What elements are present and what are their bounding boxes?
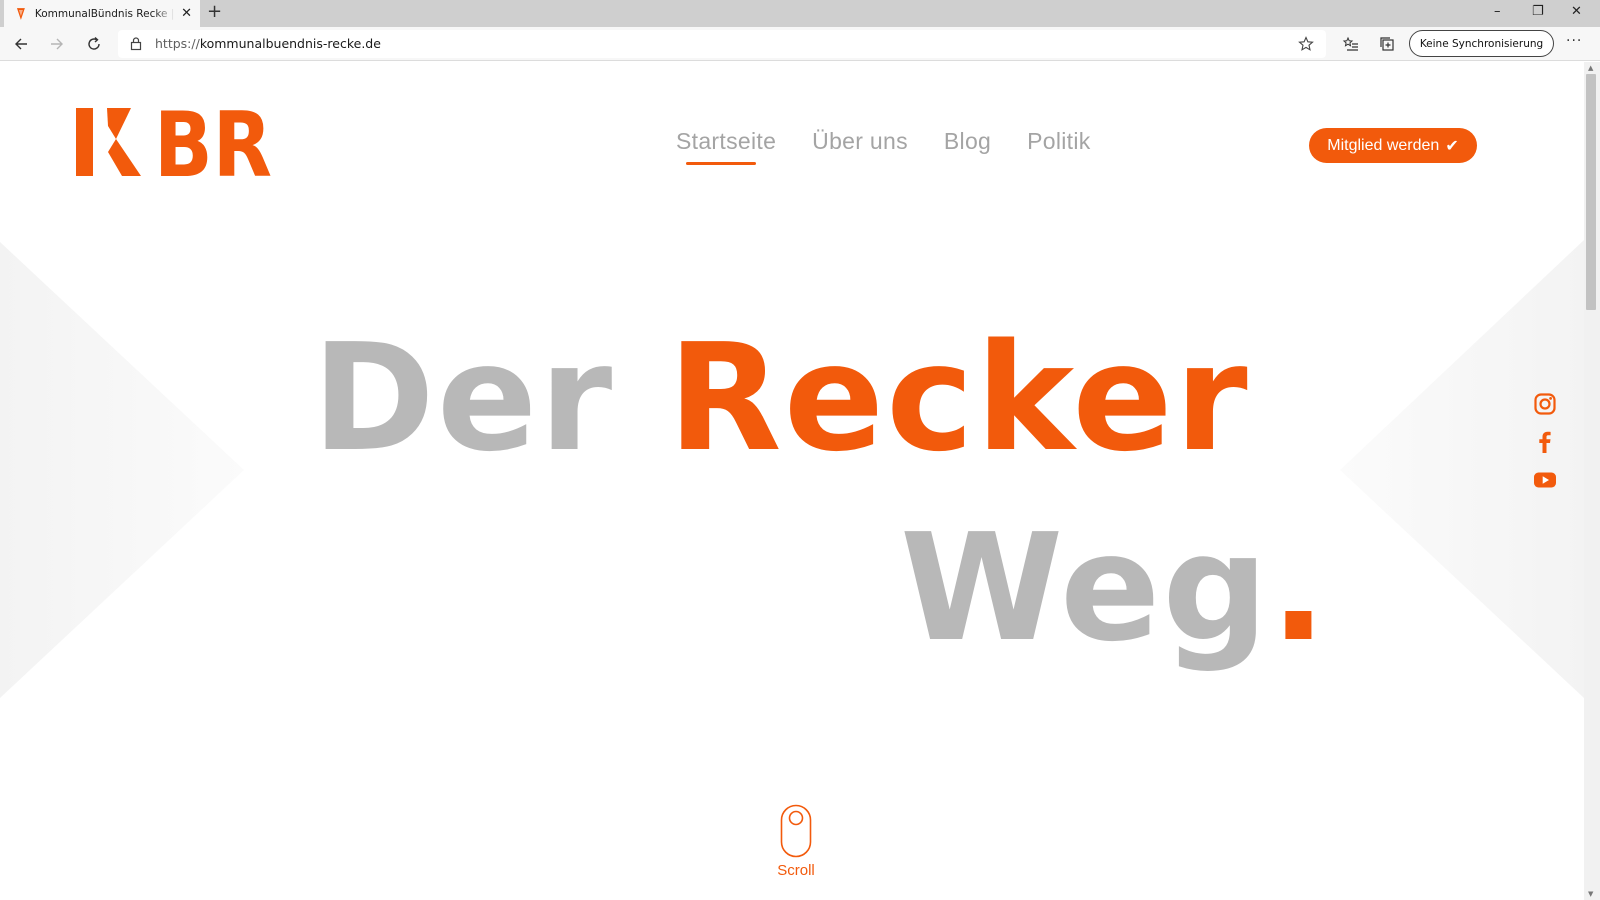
hero-word-der: Der (312, 312, 615, 484)
favorite-star-icon[interactable] (1298, 36, 1314, 52)
lock-icon (130, 37, 142, 51)
close-window-button[interactable]: ✕ (1571, 4, 1582, 19)
scroll-indicator[interactable]: Scroll (766, 804, 826, 879)
collections-icon[interactable] (1377, 34, 1397, 54)
hero-word-weg: Weg (900, 502, 1271, 674)
tab-close-icon[interactable]: ✕ (181, 7, 192, 20)
restore-button[interactable]: ❐ (1532, 4, 1544, 19)
browser-tab[interactable]: KommunalBündnis Recke | ... weil ✕ (4, 0, 200, 27)
svg-text:BR: BR (154, 106, 272, 178)
scroll-label: Scroll (777, 862, 815, 879)
tab-title: KommunalBündnis Recke | ... weil (34, 7, 175, 20)
hero-headline-line1: Der Recker (312, 324, 1250, 472)
facebook-icon[interactable] (1533, 430, 1557, 454)
url-host: kommunalbuendnis-recke.de (199, 36, 381, 51)
join-button-label: Mitglied werden (1327, 136, 1440, 154)
browser-toolbar: https://kommunalbuendnis-recke.de Keine … (0, 27, 1600, 61)
address-bar[interactable]: https://kommunalbuendnis-recke.de (118, 30, 1326, 58)
hero-headline-line2: Weg. (900, 514, 1329, 662)
main-navigation: Startseite Über uns Blog Politik (676, 128, 1127, 165)
scroll-up-arrow-icon[interactable]: ▲ (1588, 64, 1593, 72)
nav-ueber-uns[interactable]: Über uns (812, 128, 908, 155)
hero-dot: . (1270, 502, 1329, 674)
more-menu-icon[interactable]: ··· (1566, 33, 1582, 49)
join-button[interactable]: Mitglied werden ✔ (1309, 128, 1477, 163)
forward-icon[interactable] (47, 34, 67, 54)
url-text[interactable]: https://kommunalbuendnis-recke.de (155, 36, 381, 51)
hero-word-recker: Recker (667, 312, 1250, 484)
web-page: BR Startseite Über uns Blog Politik Mitg… (0, 62, 1584, 900)
youtube-icon[interactable] (1533, 468, 1557, 492)
mouse-scroll-icon (780, 804, 812, 858)
sync-button[interactable]: Keine Synchronisierung (1409, 30, 1554, 57)
site-favicon-icon (16, 7, 25, 20)
instagram-icon[interactable] (1533, 392, 1557, 416)
nav-politik[interactable]: Politik (1027, 128, 1090, 155)
new-tab-button[interactable]: + (207, 3, 222, 21)
reload-icon[interactable] (84, 34, 104, 54)
url-scheme: https:// (155, 36, 200, 51)
tab-bar: KommunalBündnis Recke | ... weil ✕ + – ❐… (0, 0, 1600, 27)
checkmark-icon: ✔ (1445, 137, 1459, 155)
back-icon[interactable] (11, 34, 31, 54)
scroll-down-arrow-icon[interactable]: ▼ (1588, 890, 1593, 898)
kbr-logo[interactable]: BR (76, 106, 276, 178)
scrollbar-thumb[interactable] (1586, 74, 1596, 310)
favorites-list-icon[interactable] (1341, 34, 1361, 54)
minimize-button[interactable]: – (1494, 4, 1501, 19)
nav-blog[interactable]: Blog (944, 128, 991, 155)
social-links (1533, 392, 1557, 506)
page-scrollbar[interactable]: ▲ ▼ (1584, 62, 1600, 900)
nav-startseite[interactable]: Startseite (676, 128, 776, 165)
